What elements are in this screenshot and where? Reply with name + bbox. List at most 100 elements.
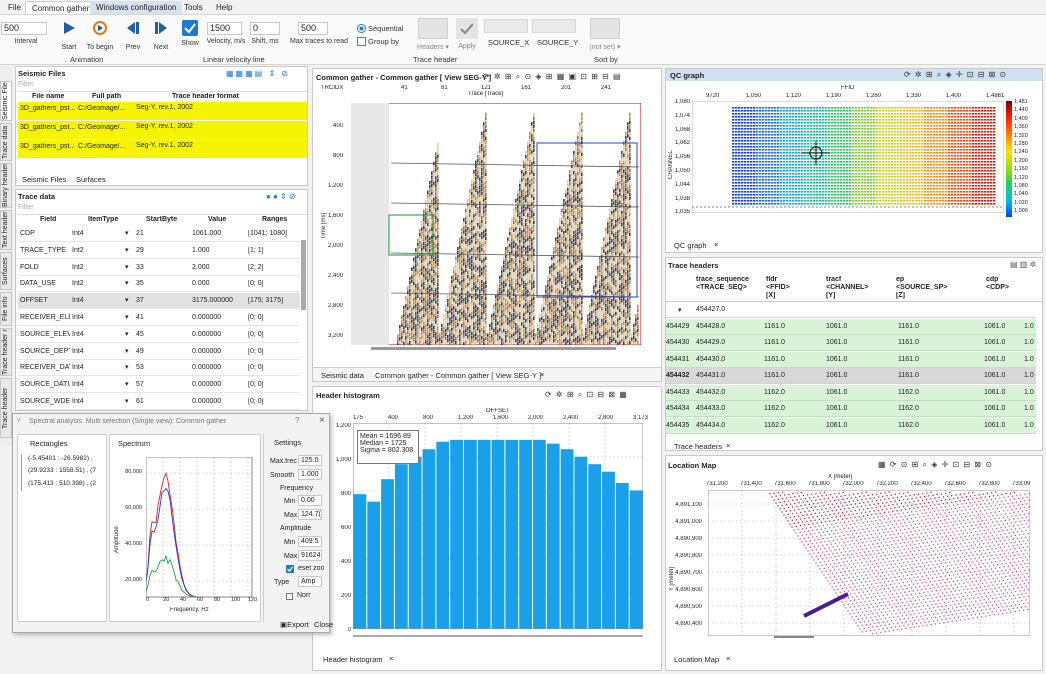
seismic-sample	[445, 308, 447, 313]
shift-input[interactable]: 0	[250, 22, 280, 35]
headers-button[interactable]: Headers ▾	[412, 43, 454, 51]
menu-windows-configuration[interactable]: Windows configuration	[90, 1, 183, 14]
seismic-sample	[505, 327, 507, 331]
trace-data-toolbar-icon[interactable]: ● ● ⇕ ⊘	[266, 192, 296, 201]
to-begin-icon[interactable]	[92, 20, 108, 36]
seismic-sample	[517, 225, 519, 229]
qc-graph-plot[interactable]	[692, 101, 1004, 213]
qc-cell	[735, 149, 738, 151]
trace-data-row[interactable]: SOURCE_DEPT Int4 ▾ 49 0.000000 [0; 0]	[18, 344, 300, 360]
side-tab-surfaces[interactable]: Surfaces	[0, 252, 12, 290]
menu-tools[interactable]: Tools	[178, 1, 209, 14]
max-traces-input[interactable]: 500	[298, 22, 328, 35]
seismic-files-toolbar-icon[interactable]: ▦▦▦▤ ⇕ ⊘	[226, 69, 290, 78]
seismic-sample	[455, 276, 457, 281]
qc-cell	[780, 203, 783, 205]
seismic-sample	[581, 264, 583, 269]
show-checkbox-icon[interactable]	[182, 20, 198, 36]
seismic-sample	[567, 331, 569, 336]
interval-select[interactable]: 500	[1, 22, 47, 35]
seismic-sample	[435, 324, 437, 328]
start-icon[interactable]	[62, 21, 76, 35]
seismic-sample	[581, 184, 583, 189]
seismic-sample	[627, 278, 629, 282]
side-tab-file-info[interactable]: File info	[0, 292, 12, 326]
seismic-sample	[437, 218, 439, 223]
seismic-sample	[417, 338, 419, 343]
trace-data-row[interactable]: SOURCE_WDE Int4 ▾ 61 0.000000 [0; 0]	[18, 394, 300, 410]
seismic-sample	[455, 340, 457, 345]
file-row-3[interactable]: 3D_gathers_pst... C:/Geomage/... Seg-Y, …	[18, 140, 307, 158]
seismic-sample	[629, 312, 631, 317]
source-x-field[interactable]	[484, 19, 528, 33]
side-tab-trace-header[interactable]: Trace header	[0, 378, 12, 438]
trace-data-filter[interactable]: Filter	[18, 204, 307, 215]
prev-icon[interactable]	[125, 21, 141, 35]
tab-surfaces[interactable]: Surfaces	[76, 175, 106, 184]
seismic-sample	[403, 341, 405, 345]
source-y-field[interactable]	[532, 19, 576, 33]
trace-data-row[interactable]: CDP Int4 ▾ 21 1061.000 [1041; 1080]	[18, 226, 300, 242]
side-tab-trace-data[interactable]: Trace data	[0, 123, 12, 161]
qc-cell	[762, 176, 765, 178]
qc-cell	[822, 155, 825, 157]
tab-seismic-data[interactable]: Seismic data	[321, 371, 364, 380]
trace-data-row[interactable]: TRACE_TYPE Int2 ▾ 29 1.000 [1; 1]	[18, 243, 300, 259]
menu-common-gather[interactable]: Common gather	[25, 1, 97, 14]
next-icon[interactable]	[153, 21, 169, 35]
seismic-sample	[479, 293, 481, 297]
seismic-sample	[619, 220, 621, 225]
trace-data-row[interactable]: RECEIVER_DAT Int4 ▾ 53 0.000000 [0; 0]	[18, 360, 300, 377]
tab-seismic-files[interactable]: Seismic Files	[22, 175, 66, 184]
close-icon[interactable]: ×	[540, 370, 544, 379]
sort-by-select[interactable]: (not set) ▾	[584, 43, 626, 51]
menu-help[interactable]: Help	[210, 1, 238, 14]
trace-data-row[interactable]: FOLD Int2 ▾ 33 2.000 [2; 2]	[18, 260, 300, 276]
seismic-sample	[411, 339, 413, 343]
seismic-sample	[485, 296, 487, 301]
side-tab-text-header[interactable]: Text header	[0, 210, 12, 250]
trace-data-row[interactable]: OFFSET Int4 ▾ 37 3175.000000 [175; 3175]	[18, 293, 300, 310]
seismic-files-filter[interactable]: Filter	[18, 81, 307, 92]
gather-h-scrollbar[interactable]	[371, 347, 616, 350]
side-tab-trace-header-ramp[interactable]: Trace header ramp	[0, 328, 12, 376]
trace-data-row[interactable]: SOURCE_ELEV Int4 ▾ 45 0.000000 [0; 0]	[18, 327, 300, 343]
seismic-sample	[581, 336, 583, 341]
menu-file[interactable]: File	[2, 1, 27, 14]
seismic-sample	[483, 194, 485, 198]
group-by-checkbox-icon[interactable]	[357, 37, 366, 46]
qc-toolbar-icon[interactable]: ⟳ ✲ ⊞ ⌕ ◈ ✛ ⊡ ⊟ ⊠ ⊙	[904, 70, 1007, 80]
seismic-sample	[563, 259, 565, 263]
seismic-sample	[515, 263, 517, 267]
seismic-sample	[523, 196, 525, 201]
file-row-1[interactable]: 3D_gathers_pst... C:/Geomage/... Seg-Y, …	[18, 102, 307, 120]
gather-toolbar-icon[interactable]: ⟳ ✲ ⊞ ⌕ ⊙ ◈ ⊞ ▦ ▣ ⊡ ⊞ ⊟ ▤	[483, 72, 622, 82]
seismic-sample	[521, 246, 523, 250]
sequential-radio-icon[interactable]	[357, 24, 366, 33]
seismic-sample	[527, 317, 529, 321]
seismic-sample	[519, 255, 521, 260]
velocity-input[interactable]: 1500	[207, 22, 242, 35]
seismic-sample	[577, 323, 579, 328]
trace-data-row[interactable]: SOURCE_DATU Int4 ▾ 57 0.000000 [0; 0]	[18, 377, 300, 394]
seismic-gather-image[interactable]	[351, 103, 641, 345]
seismic-sample	[523, 272, 525, 277]
tab-common-gather[interactable]: Common gather - Common gather [ View SEG…	[375, 371, 542, 380]
qc-cell	[783, 176, 786, 178]
qc-cell	[786, 125, 789, 127]
seismic-sample	[481, 339, 483, 344]
trace-data-scrollbar[interactable]	[301, 240, 306, 310]
seismic-sample	[513, 312, 515, 317]
trace-data-row[interactable]: RECEIVER_ELE Int4 ▾ 41 0.000000 [0; 0]	[18, 310, 300, 326]
seismic-sample	[511, 226, 513, 230]
seismic-sample	[471, 239, 473, 244]
apply-button[interactable]: Apply	[454, 43, 480, 50]
seismic-sample	[479, 305, 481, 309]
qc-cell	[768, 164, 771, 166]
seismic-sample	[581, 160, 583, 165]
side-tab-binary-header[interactable]: Binary header	[0, 163, 12, 208]
qc-cell	[795, 182, 798, 184]
side-tab-seismic-files[interactable]: Seismic Files	[0, 81, 12, 121]
trace-data-row[interactable]: DATA_USE Int2 ▾ 35 0.000 [0; 0]	[18, 276, 300, 293]
file-row-2[interactable]: 3D_gathers_pst... C:/Geomage/... Seg-Y, …	[18, 121, 307, 139]
